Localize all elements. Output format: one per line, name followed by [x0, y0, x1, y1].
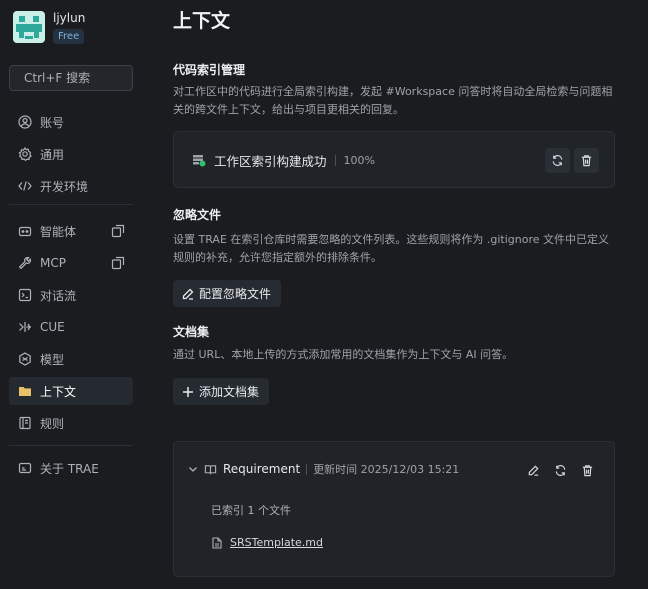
index-status-text: 工作区索引构建成功: [214, 153, 327, 169]
file-link[interactable]: SRSTemplate.md: [211, 536, 323, 549]
code-icon: [18, 179, 32, 193]
sidebar-item-label: 开发环境: [40, 179, 89, 194]
rebuild-index-button[interactable]: [545, 148, 570, 173]
edit-icon: [181, 287, 195, 301]
index-progress: 100%: [343, 153, 375, 167]
open-external-icon[interactable]: [111, 224, 125, 238]
file-name[interactable]: SRSTemplate.md: [230, 536, 323, 549]
page-title: 上下文: [173, 10, 231, 32]
docs-title: 文档集: [173, 325, 210, 339]
docs-description: 通过 URL、本地上传的方式添加常用的文档集作为上下文与 AI 问答。: [173, 348, 514, 361]
sidebar-item-models[interactable]: 模型: [9, 345, 133, 373]
refresh-icon: [552, 155, 563, 166]
chevron-down-icon[interactable]: [188, 464, 198, 474]
rules-icon: [18, 416, 32, 430]
sidebar-item-label: 通用: [40, 147, 65, 162]
sidebar-item-dev-env[interactable]: 开发环境: [9, 172, 133, 200]
sidebar: ljylun Free Ctrl+F 搜索 账号 通用 开发环境 智能体 MCP…: [0, 0, 142, 589]
file-icon: [211, 536, 223, 549]
sidebar-divider: [9, 445, 133, 446]
sidebar-item-label: MCP: [40, 256, 66, 270]
chat-flow-icon: [18, 288, 32, 302]
sidebar-item-label: 规则: [40, 416, 65, 431]
user-profile[interactable]: ljylun Free: [13, 11, 85, 44]
refresh-doc-button[interactable]: [552, 462, 568, 478]
sidebar-item-label: 智能体: [40, 224, 77, 239]
username: ljylun: [53, 11, 86, 25]
code-index-description: 对工作区中的代码进行全局索引构建，发起 #Workspace 问答时将自动全局检…: [173, 85, 613, 116]
cue-icon: [18, 320, 32, 334]
book-icon: [204, 463, 217, 476]
sidebar-item-general[interactable]: 通用: [9, 140, 133, 168]
sidebar-item-chat-flow[interactable]: 对话流: [9, 281, 133, 309]
sidebar-item-label: 账号: [40, 115, 65, 130]
doc-set-name: Requirement: [223, 462, 301, 476]
wrench-icon: [18, 256, 32, 270]
search-box[interactable]: Ctrl+F 搜索: [9, 65, 133, 91]
model-icon: [18, 352, 32, 366]
avatar: [13, 11, 45, 43]
open-external-icon[interactable]: [111, 256, 125, 270]
sidebar-item-about[interactable]: 关于 TRAE: [9, 454, 133, 482]
edit-icon: [528, 464, 539, 476]
sidebar-item-label: 关于 TRAE: [40, 461, 99, 476]
ignore-files-title: 忽略文件: [173, 208, 222, 222]
sidebar-item-context[interactable]: 上下文: [9, 377, 133, 405]
code-index-title: 代码索引管理: [173, 63, 246, 77]
trash-icon: [581, 155, 592, 167]
delete-doc-button[interactable]: [579, 462, 595, 478]
index-success-icon: [192, 153, 206, 167]
add-docs-button[interactable]: 添加文档集: [173, 378, 270, 405]
sidebar-item-account[interactable]: 账号: [9, 108, 133, 136]
edit-doc-button[interactable]: [525, 462, 541, 478]
refresh-icon: [555, 464, 565, 476]
sidebar-item-agents[interactable]: 智能体: [9, 217, 133, 245]
configure-ignore-button[interactable]: 配置忽略文件: [173, 280, 282, 307]
gear-icon: [18, 147, 32, 161]
info-icon: [18, 461, 32, 475]
folder-icon: [18, 384, 32, 398]
index-status-card: 工作区索引构建成功 100%: [173, 131, 615, 188]
button-label: 添加文档集: [199, 385, 260, 399]
sidebar-item-label: 上下文: [40, 384, 77, 399]
delete-index-button[interactable]: [574, 148, 599, 173]
trash-icon: [582, 464, 592, 476]
doc-set-updated: 更新时间 2025/12/03 15:21: [313, 463, 460, 476]
sidebar-item-mcp[interactable]: MCP: [9, 249, 133, 277]
robot-icon: [18, 224, 32, 238]
button-label: 配置忽略文件: [199, 287, 272, 301]
sidebar-item-rules[interactable]: 规则: [9, 409, 133, 437]
ignore-files-description: 设置 TRAE 在索引仓库时需要忽略的文件列表。这些规则将作为 .gitigno…: [173, 233, 610, 264]
plan-badge: Free: [53, 29, 85, 44]
sidebar-item-label: 对话流: [40, 288, 77, 303]
sidebar-item-label: 模型: [40, 352, 65, 367]
plus-icon: [181, 385, 195, 399]
sidebar-item-cue[interactable]: CUE: [9, 313, 133, 341]
indexed-count: 已索引 1 个文件: [211, 504, 291, 517]
user-icon: [18, 115, 32, 129]
sidebar-item-label: CUE: [40, 320, 65, 334]
sidebar-divider: [9, 204, 133, 205]
doc-set-card: Requirement 更新时间 2025/12/03 15:21 已索引 1 …: [173, 441, 615, 577]
